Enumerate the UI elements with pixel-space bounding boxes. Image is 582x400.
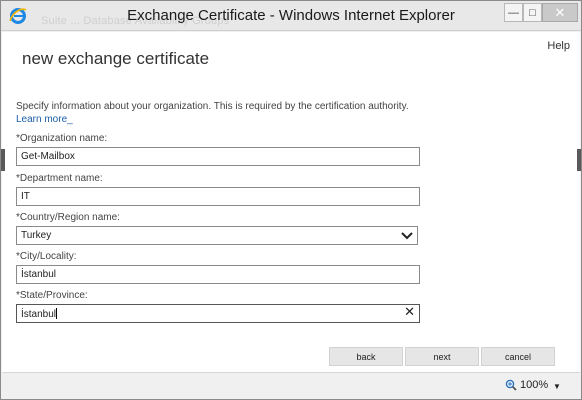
browser-window: Suite ... Database Availability Groups E… xyxy=(0,0,582,400)
maximize-icon: □ xyxy=(529,6,536,19)
intro-description: Specify information about your organizat… xyxy=(16,101,409,112)
state-value: İstanbul xyxy=(21,309,57,320)
city-label: *City/Locality: xyxy=(16,251,77,262)
city-value: İstanbul xyxy=(21,269,57,280)
minimize-icon: — xyxy=(508,6,519,19)
department-field[interactable]: IT xyxy=(16,187,420,206)
zoom-dropdown-icon[interactable]: ▼ xyxy=(553,382,561,391)
magnifier-icon xyxy=(505,379,517,391)
clear-icon[interactable]: ✕ xyxy=(404,305,415,318)
city-field[interactable]: İstanbul xyxy=(16,265,420,284)
zoom-control[interactable]: 100% xyxy=(505,379,548,391)
back-button[interactable]: back xyxy=(329,347,403,366)
next-button[interactable]: next xyxy=(405,347,479,366)
organization-value: Get-Mailbox xyxy=(21,151,75,162)
close-button[interactable]: ✕ xyxy=(542,3,578,22)
help-link[interactable]: Help xyxy=(547,40,570,52)
country-label: *Country/Region name: xyxy=(16,212,120,223)
intro-text: Specify information about your organizat… xyxy=(16,101,409,125)
close-icon: ✕ xyxy=(554,4,566,20)
state-field[interactable]: İstanbul ✕ xyxy=(16,304,420,323)
page-title: new exchange certificate xyxy=(22,49,210,68)
window-title: Exchange Certificate - Windows Internet … xyxy=(127,7,455,24)
organization-field[interactable]: Get-Mailbox xyxy=(16,147,420,166)
dialog-content: Help new exchange certificate Specify in… xyxy=(2,32,580,372)
maximize-button[interactable]: □ xyxy=(523,3,542,22)
organization-label: *Organization name: xyxy=(16,133,108,144)
title-bar[interactable]: Suite ... Database Availability Groups E… xyxy=(1,1,581,31)
department-label: *Department name: xyxy=(16,173,103,184)
minimize-button[interactable]: — xyxy=(504,3,523,22)
country-select[interactable]: Turkey xyxy=(16,226,418,245)
chevron-down-icon xyxy=(401,232,413,240)
learn-more-link[interactable]: Learn more xyxy=(16,114,67,125)
text-caret xyxy=(56,308,58,319)
zoom-level: 100% xyxy=(520,379,549,391)
department-value: IT xyxy=(21,191,30,202)
state-label: *State/Province: xyxy=(16,290,88,301)
country-value: Turkey xyxy=(21,230,52,241)
cancel-button[interactable]: cancel xyxy=(481,347,555,366)
left-edge-marker xyxy=(1,149,5,171)
status-bar: 100% ▼ xyxy=(2,372,580,399)
right-edge-marker xyxy=(577,149,581,171)
